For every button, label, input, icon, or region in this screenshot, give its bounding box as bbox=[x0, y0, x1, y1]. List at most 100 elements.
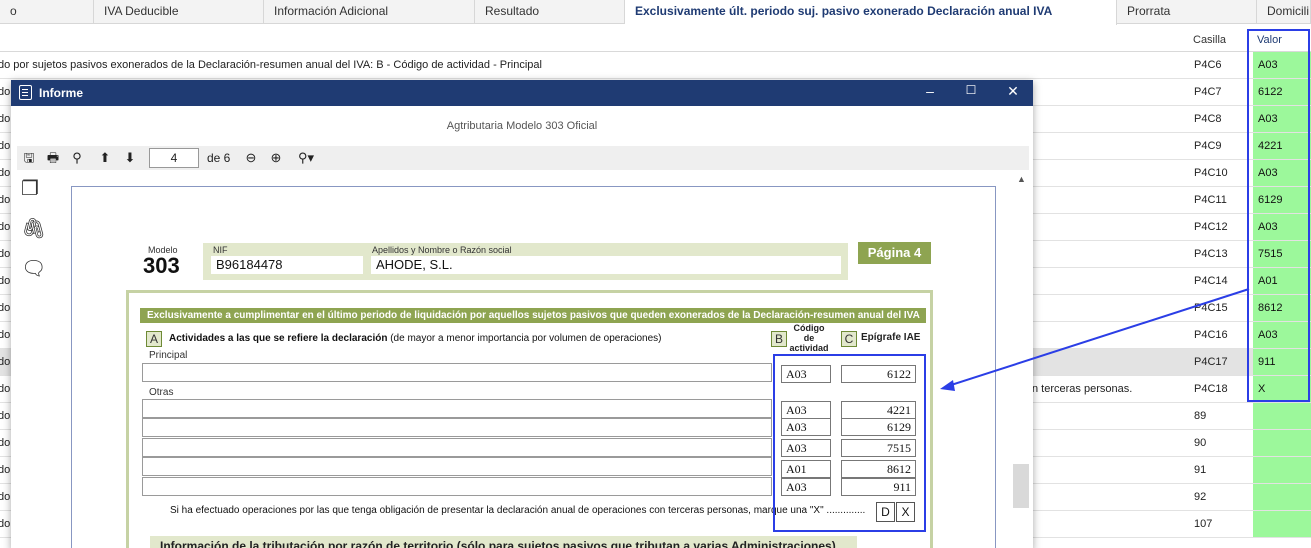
row-casilla: P4C13 bbox=[1194, 248, 1228, 260]
epigrafe-iae-label: Epígrafe IAE bbox=[861, 332, 921, 343]
tab-prorrata[interactable]: Prorrata bbox=[1117, 0, 1257, 24]
valor-column-highlight bbox=[1247, 29, 1310, 402]
row-casilla: P4C7 bbox=[1194, 86, 1222, 98]
nif-label: NIF bbox=[213, 245, 228, 255]
otras-activity-line bbox=[142, 438, 772, 457]
save-icon[interactable]: 🖫 bbox=[21, 150, 37, 166]
scroll-up-arrow-icon[interactable]: ▲ bbox=[1017, 174, 1026, 184]
print-icon[interactable]: 🖶 bbox=[45, 150, 61, 166]
vertical-scrollbar[interactable]: ▲ bbox=[1011, 174, 1031, 548]
row-description: do bbox=[0, 356, 11, 368]
otras-activity-line bbox=[142, 418, 772, 437]
row-description: do por sujetos pasivos exonerados de la … bbox=[0, 59, 542, 71]
comment-icon[interactable]: 🗨 bbox=[21, 256, 46, 282]
report-toolbar: 🖫 🖶 ⚲ ⬆ ⬇ 4 de 6 ⊖ ⊕ ⚲▾ bbox=[17, 146, 1029, 170]
row-description: do bbox=[0, 140, 11, 152]
tab-informacion-adicional[interactable]: Información Adicional bbox=[264, 0, 475, 24]
tab-partial-left[interactable]: o bbox=[0, 0, 94, 24]
principal-label: Principal bbox=[149, 350, 188, 361]
section-title: Exclusivamente a cumplimentar en el últi… bbox=[140, 308, 926, 323]
razon-social-value: AHODE, S.L. bbox=[371, 256, 841, 274]
minimize-button[interactable]: – bbox=[920, 83, 940, 99]
grid-header: Casilla Valor bbox=[0, 28, 1311, 52]
tab-resultado[interactable]: Resultado bbox=[475, 0, 625, 24]
table-row[interactable]: do por sujetos pasivos exonerados de la … bbox=[0, 52, 1311, 79]
row-casilla: P4C16 bbox=[1194, 329, 1228, 341]
row-description: do bbox=[0, 113, 11, 125]
row-casilla: 91 bbox=[1194, 464, 1207, 476]
pagina-badge: Página 4 bbox=[858, 242, 931, 264]
actividades-title: Actividades a las que se refiere la decl… bbox=[169, 333, 388, 344]
zoom-menu-icon[interactable]: ⚲▾ bbox=[293, 150, 319, 166]
row-description: do bbox=[0, 248, 11, 260]
row-casilla: 89 bbox=[1194, 410, 1207, 422]
find-binoculars-icon[interactable]: ⚲ bbox=[69, 150, 85, 166]
razon-social-label: Apellidos y Nombre o Razón social bbox=[372, 245, 512, 255]
close-button[interactable]: ✕ bbox=[1003, 83, 1023, 100]
otras-activity-line bbox=[142, 399, 772, 418]
section-territorio-title: Información de la tributación por razón … bbox=[150, 536, 857, 548]
tab-iva-deducible[interactable]: IVA Deducible bbox=[94, 0, 264, 24]
row-description: do bbox=[0, 194, 11, 206]
terceras-personas-note: Si ha efectuado operaciones por las que … bbox=[170, 505, 866, 516]
row-description: do bbox=[0, 491, 11, 503]
row-description: do bbox=[0, 86, 11, 98]
row-casilla: P4C18 bbox=[1194, 383, 1228, 395]
row-valor[interactable] bbox=[1253, 403, 1311, 429]
row-description-tail: n terceras personas. bbox=[1032, 383, 1133, 395]
row-valor[interactable] bbox=[1253, 430, 1311, 456]
row-casilla: 90 bbox=[1194, 437, 1207, 449]
next-page-icon[interactable]: ⬇ bbox=[122, 150, 138, 166]
otras-activity-line bbox=[142, 457, 772, 476]
tab-exclusivamente-ultimo-periodo[interactable]: Exclusivamente últ. periodo suj. pasivo … bbox=[625, 0, 1117, 25]
box-b-label: B bbox=[771, 331, 787, 347]
zoom-in-icon[interactable]: ⊕ bbox=[268, 150, 284, 166]
column-header-casilla[interactable]: Casilla bbox=[1193, 34, 1226, 46]
codigo-actividad-label: Código de actividad bbox=[789, 323, 829, 353]
row-description: do bbox=[0, 464, 11, 476]
codigo-epigrafe-highlight bbox=[773, 354, 926, 532]
row-casilla: P4C14 bbox=[1194, 275, 1228, 287]
previous-page-icon[interactable]: ⬆ bbox=[97, 150, 113, 166]
row-description: do bbox=[0, 518, 11, 530]
attachment-icon[interactable]: 🖇 bbox=[21, 216, 46, 242]
row-casilla: P4C17 bbox=[1194, 356, 1228, 368]
row-casilla: P4C8 bbox=[1194, 113, 1222, 125]
row-valor[interactable] bbox=[1253, 457, 1311, 483]
row-valor[interactable] bbox=[1253, 484, 1311, 510]
row-description: do bbox=[0, 167, 11, 179]
principal-activity-line bbox=[142, 363, 772, 382]
copy-pages-icon[interactable]: ❐ bbox=[21, 176, 45, 202]
row-casilla: P4C11 bbox=[1194, 194, 1227, 206]
report-title: Agtributaria Modelo 303 Oficial bbox=[446, 120, 598, 132]
row-description: do bbox=[0, 383, 11, 395]
row-casilla: P4C9 bbox=[1194, 140, 1222, 152]
row-description: do bbox=[0, 437, 11, 449]
row-casilla: 107 bbox=[1194, 518, 1213, 530]
otras-activity-line bbox=[142, 477, 772, 496]
row-description: do bbox=[0, 221, 11, 233]
row-casilla: P4C15 bbox=[1194, 302, 1228, 314]
row-description: do bbox=[0, 302, 11, 314]
nif-value: B96184478 bbox=[211, 256, 363, 274]
tab-bar: o IVA Deducible Información Adicional Re… bbox=[0, 0, 1311, 25]
tab-domicilio[interactable]: Domicili bbox=[1257, 0, 1311, 24]
actividades-label: Actividades a las que se refiere la decl… bbox=[169, 333, 661, 344]
row-casilla: P4C6 bbox=[1194, 59, 1222, 71]
row-casilla: P4C10 bbox=[1194, 167, 1228, 179]
page-number-input[interactable]: 4 bbox=[149, 148, 199, 168]
window-title: Informe bbox=[39, 86, 84, 100]
box-c-label: C bbox=[841, 331, 857, 347]
modelo-number: 303 bbox=[143, 253, 180, 278]
maximize-button[interactable]: ☐ bbox=[961, 83, 981, 97]
row-casilla: P4C12 bbox=[1194, 221, 1228, 233]
page-count: de 6 bbox=[207, 151, 231, 165]
box-a-label: A bbox=[146, 331, 162, 347]
zoom-out-icon[interactable]: ⊖ bbox=[243, 150, 259, 166]
row-description: do bbox=[0, 329, 11, 341]
window-title-bar[interactable]: Informe – ☐ ✕ bbox=[11, 80, 1033, 106]
row-description: do bbox=[0, 410, 11, 422]
row-casilla: 92 bbox=[1194, 491, 1207, 503]
scroll-thumb[interactable] bbox=[1013, 464, 1029, 508]
row-valor[interactable] bbox=[1253, 511, 1311, 537]
